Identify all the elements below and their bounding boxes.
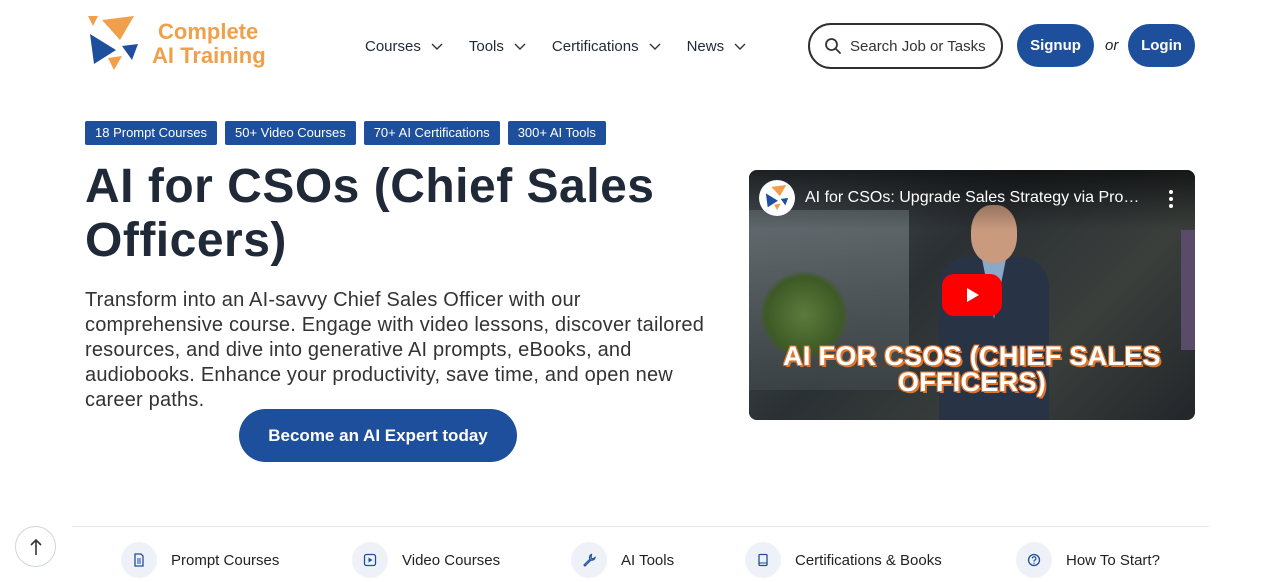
tab-label: AI Tools — [621, 551, 675, 569]
tab-how-to-start[interactable]: How To Start? — [1016, 542, 1160, 578]
book-icon — [758, 553, 768, 567]
tab-prompt-courses[interactable]: Prompt Courses — [121, 542, 279, 578]
nav-item-label: Certifications — [551, 37, 639, 55]
tab-label: Certifications & Books — [795, 551, 942, 569]
nav-item-label: Tools — [468, 37, 504, 55]
logo-text-line1: Complete — [158, 19, 259, 44]
logo-triangles-icon — [88, 16, 138, 70]
video-title[interactable]: AI for CSOs: Upgrade Sales Strategy via … — [805, 189, 1145, 207]
tab-ai-tools[interactable]: AI Tools — [571, 542, 674, 578]
chevron-down-icon — [514, 43, 526, 50]
channel-avatar[interactable] — [759, 180, 795, 216]
hero-description: Transform into an AI-savvy Chief Sales O… — [85, 289, 705, 411]
badge-video-courses[interactable]: 50+ Video Courses — [225, 121, 356, 145]
play-icon — [967, 288, 979, 302]
play-square-icon — [363, 553, 377, 567]
nav-item-news[interactable]: News — [687, 38, 747, 55]
channel-logo-icon — [765, 185, 789, 211]
video-overlay-text: AI FOR CSOS (CHIEF SALES OFFICERS) — [749, 341, 1195, 397]
badge-ai-certifications[interactable]: 70+ AI Certifications — [363, 121, 500, 145]
page-title: AI for CSOs (Chief Sales Officers) — [85, 160, 655, 267]
chevron-down-icon — [734, 43, 746, 50]
site-logo[interactable]: Complete AI Training — [86, 16, 266, 72]
category-tabs: Prompt Courses Video Courses AI Tools Ce… — [0, 542, 1280, 578]
tab-label: Prompt Courses — [171, 551, 280, 569]
search-box — [808, 23, 1003, 69]
document-icon — [134, 553, 144, 567]
search-icon — [825, 38, 841, 54]
login-button[interactable]: Login — [1128, 24, 1195, 67]
video-bg-panel — [1181, 230, 1195, 350]
nav-item-tools[interactable]: Tools — [469, 38, 526, 55]
nav-item-certifications[interactable]: Certifications — [552, 38, 661, 55]
badge-ai-tools[interactable]: 300+ AI Tools — [507, 121, 606, 145]
wrench-icon — [583, 553, 596, 567]
tab-label: Video Courses — [402, 551, 501, 569]
tab-label: How To Start? — [1066, 551, 1160, 569]
become-expert-button[interactable]: Become an AI Expert today — [239, 409, 517, 462]
chevron-down-icon — [431, 43, 443, 50]
play-button[interactable] — [942, 274, 1002, 316]
nav-item-label: News — [686, 37, 725, 55]
overlay-line-2: OFFICERS) — [897, 367, 1047, 397]
search-input[interactable] — [850, 37, 998, 55]
logo-text-line2: AI Training — [152, 43, 266, 68]
section-divider — [72, 526, 1209, 527]
signup-button[interactable]: Signup — [1017, 24, 1094, 67]
nav-item-courses[interactable]: Courses — [365, 38, 443, 55]
tab-certifications-books[interactable]: Certifications & Books — [745, 542, 942, 578]
chevron-down-icon — [649, 43, 661, 50]
question-circle-icon — [1027, 553, 1041, 567]
more-options-icon[interactable] — [1169, 190, 1173, 208]
nav-item-label: Courses — [365, 37, 421, 55]
badge-prompt-courses[interactable]: 18 Prompt Courses — [85, 121, 217, 145]
or-separator: or — [1105, 37, 1119, 54]
stats-badges: 18 Prompt Courses 50+ Video Courses 70+ … — [85, 121, 614, 145]
tab-video-courses[interactable]: Video Courses — [352, 542, 500, 578]
main-nav: Courses Tools Certifications News — [365, 36, 772, 56]
video-player[interactable]: AI for CSOs: Upgrade Sales Strategy via … — [749, 170, 1195, 420]
overlay-line-1: AI FOR CSOS (CHIEF SALES — [783, 341, 1161, 371]
